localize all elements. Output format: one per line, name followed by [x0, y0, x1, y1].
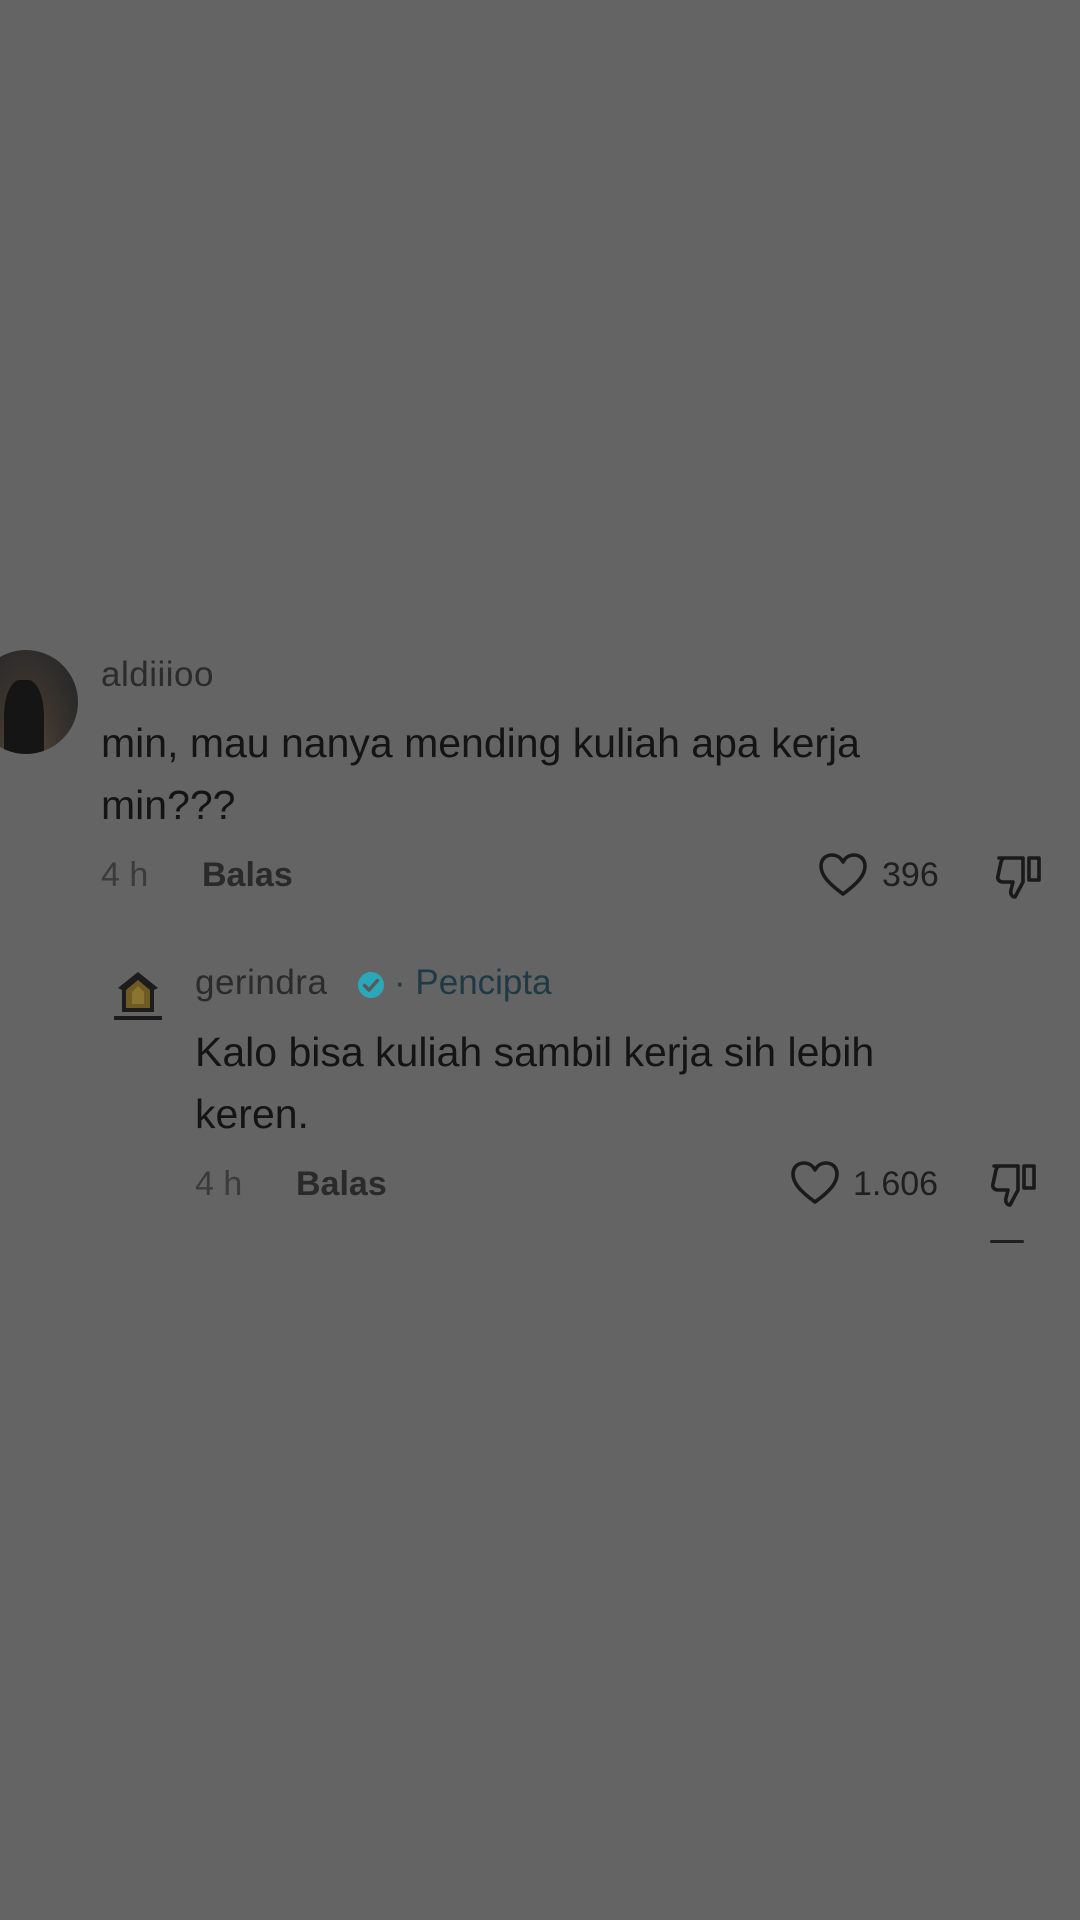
thumbs-down-icon[interactable]: [988, 1160, 1040, 1210]
like-count: 1.606: [853, 1165, 939, 1203]
heart-outline-icon[interactable]: [818, 852, 868, 898]
divider: [990, 1240, 1024, 1243]
verified-badge-icon: [358, 972, 384, 998]
reply-button[interactable]: Balas: [296, 1165, 387, 1204]
reply-text: Kalo bisa kuliah sambil kerja sih lebih …: [195, 1029, 875, 1137]
comment-text: min, mau nanya mending kuliah apa kerja …: [101, 720, 860, 828]
creator-label: · Pencipta: [394, 963, 552, 1002]
thumbs-down-icon[interactable]: [993, 852, 1045, 902]
comment-time: 4 h: [101, 856, 149, 894]
heart-outline-icon[interactable]: [790, 1160, 840, 1206]
like-count: 396: [882, 856, 939, 894]
avatar-silhouette: [4, 680, 44, 754]
gerindra-logo-avatar[interactable]: [110, 968, 166, 1024]
reply-time: 4 h: [195, 1165, 243, 1203]
avatar[interactable]: [0, 650, 78, 754]
reply-button[interactable]: Balas: [202, 856, 293, 895]
comment-username[interactable]: aldiiioo: [101, 655, 214, 695]
reply-username[interactable]: gerindra: [195, 963, 327, 1003]
